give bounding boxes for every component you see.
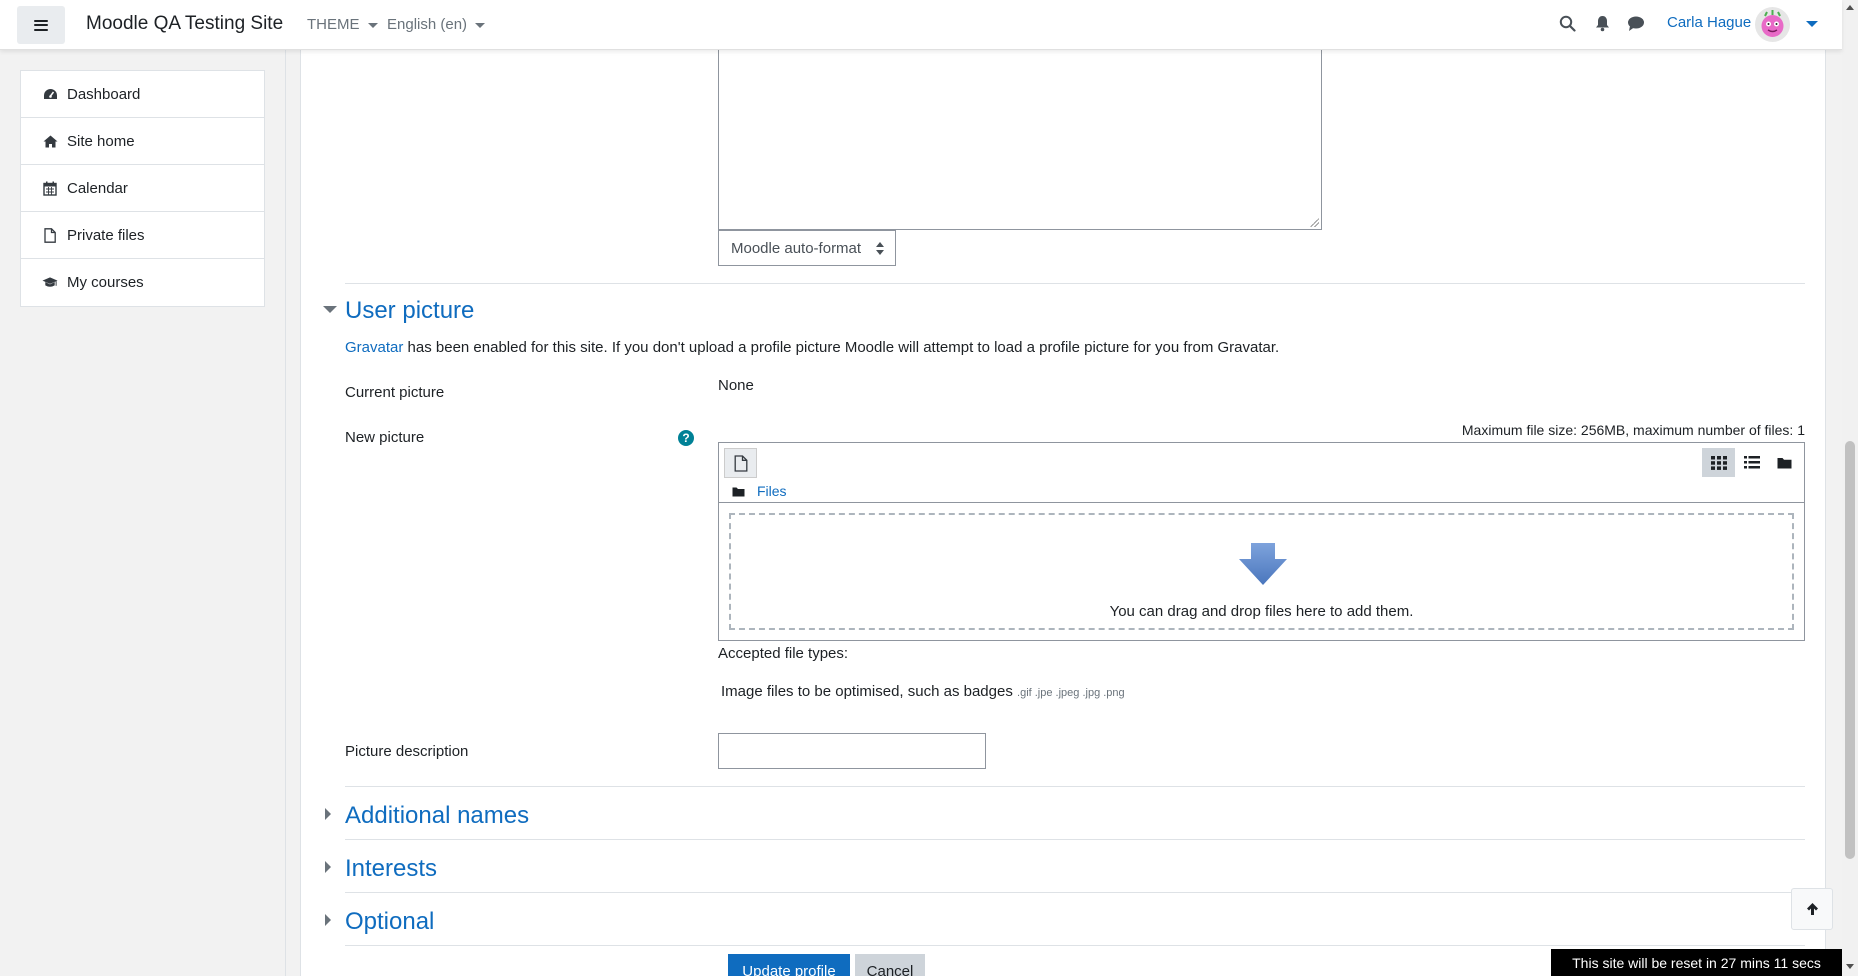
language-menu-label: English (en) [387, 16, 468, 33]
section-divider [345, 283, 1805, 284]
bell-icon[interactable] [1595, 15, 1610, 36]
caret-down-icon [367, 22, 378, 28]
calendar-icon [42, 180, 58, 196]
current-picture-label: Current picture [345, 384, 445, 401]
gravatar-notice-text: has been enabled for this site. If you d… [407, 339, 1280, 356]
file-manager: Files You can drag and drop files here t… [718, 442, 1805, 641]
avatar[interactable] [1755, 7, 1790, 42]
section-divider [345, 945, 1805, 946]
home-icon [42, 133, 58, 149]
file-path-breadcrumb: Files [732, 483, 787, 499]
drop-arrow-icon [1239, 543, 1287, 585]
drawer-item-site-home[interactable]: Site home [21, 118, 264, 165]
scrollbar-thumb[interactable] [1845, 441, 1855, 859]
format-select-value: Moodle auto-format [731, 239, 862, 257]
file-icon [42, 227, 58, 243]
scroll-up-icon[interactable] [1846, 5, 1854, 10]
help-icon[interactable]: ? [678, 430, 694, 446]
expand-caret-right-icon[interactable] [325, 914, 331, 926]
chat-icon[interactable] [1627, 15, 1645, 36]
picture-description-input[interactable] [718, 733, 986, 769]
dashboard-icon [42, 86, 58, 102]
expand-caret-right-icon[interactable] [325, 861, 331, 873]
resize-handle-icon[interactable] [1310, 218, 1319, 227]
add-file-button[interactable] [724, 448, 757, 478]
language-menu[interactable]: English (en) [387, 16, 486, 33]
drop-zone-text: You can drag and drop files here to add … [1109, 603, 1414, 620]
section-divider [345, 892, 1805, 893]
back-to-top-button[interactable] [1791, 888, 1833, 930]
user-picture-heading[interactable]: User picture [345, 297, 474, 325]
optional-heading[interactable]: Optional [345, 908, 434, 936]
gravatar-notice: Gravatar has been enabled for this site.… [345, 339, 1279, 356]
drawer-item-label: My courses [67, 274, 144, 291]
gravatar-link[interactable]: Gravatar [345, 339, 403, 356]
file-drop-zone[interactable]: You can drag and drop files here to add … [729, 513, 1794, 630]
scroll-down-icon[interactable] [1846, 964, 1854, 969]
expand-caret-right-icon[interactable] [325, 808, 331, 820]
update-profile-button[interactable]: Update profile [728, 954, 850, 976]
site-name[interactable]: Moodle QA Testing Site [86, 13, 283, 35]
section-divider [345, 839, 1805, 840]
additional-names-heading[interactable]: Additional names [345, 802, 529, 830]
file-manager-toolbar: Files [719, 443, 1804, 503]
user-menu-name[interactable]: Carla Hague [1667, 14, 1751, 31]
cancel-button[interactable]: Cancel [855, 954, 925, 976]
arrow-up-icon [1806, 903, 1818, 915]
user-menu-caret-icon[interactable] [1806, 21, 1818, 27]
list-view-button[interactable] [1735, 448, 1768, 477]
collapse-caret-down-icon[interactable] [323, 306, 337, 313]
accepted-types-description: Image files to be optimised, such as bad… [721, 683, 1013, 700]
drawer-item-my-courses[interactable]: My courses [21, 259, 264, 306]
folder-icon [732, 487, 745, 496]
section-divider [345, 786, 1805, 787]
drawer-item-label: Private files [67, 226, 145, 244]
theme-menu-label: THEME [307, 16, 360, 33]
accepted-file-types-label: Accepted file types: [718, 645, 849, 662]
select-arrows-icon [876, 242, 884, 255]
picture-description-label: Picture description [345, 743, 469, 760]
drawer-item-label: Dashboard [67, 85, 141, 103]
description-textarea[interactable] [718, 50, 1322, 230]
site-reset-banner: This site will be reset in 27 mins 11 se… [1551, 949, 1842, 976]
view-switcher [1702, 448, 1801, 477]
drawer-item-label: Calendar [67, 179, 128, 197]
drawer-toggle-button[interactable] [17, 6, 65, 44]
accepted-file-types: Image files to be optimised, such as bad… [721, 683, 1125, 700]
hamburger-icon [34, 19, 48, 31]
caret-down-icon [475, 22, 486, 28]
page-scrollbar[interactable] [1842, 0, 1858, 976]
drawer-nav-list: Dashboard Site home Calendar Private fil… [20, 70, 265, 307]
accepted-extensions: .gif .jpe .jpeg .jpg .png [1017, 687, 1125, 699]
folder-icon [1777, 457, 1792, 468]
current-picture-value: None [718, 377, 754, 394]
icon-view-button[interactable] [1702, 448, 1735, 477]
new-picture-label: New picture [345, 429, 425, 446]
files-path-link[interactable]: Files [757, 483, 787, 499]
drawer-item-label: Site home [67, 132, 135, 150]
max-file-info: Maximum file size: 256MB, maximum number… [1461, 422, 1805, 438]
grid-icon [1710, 455, 1727, 470]
graduation-cap-icon [42, 275, 58, 291]
search-icon[interactable] [1559, 15, 1576, 36]
add-file-icon [734, 454, 747, 472]
interests-heading[interactable]: Interests [345, 855, 437, 883]
drawer-item-calendar[interactable]: Calendar [21, 165, 264, 212]
drawer-item-private-files[interactable]: Private files [21, 212, 264, 259]
theme-menu[interactable]: THEME [307, 16, 378, 33]
nav-drawer: Dashboard Site home Calendar Private fil… [0, 50, 286, 976]
description-format-select[interactable]: Moodle auto-format [718, 230, 896, 266]
drawer-item-dashboard[interactable]: Dashboard [21, 71, 264, 118]
list-icon [1743, 456, 1760, 469]
top-navbar: Moodle QA Testing Site THEME English (en… [0, 0, 1842, 50]
tree-view-button[interactable] [1768, 448, 1801, 477]
